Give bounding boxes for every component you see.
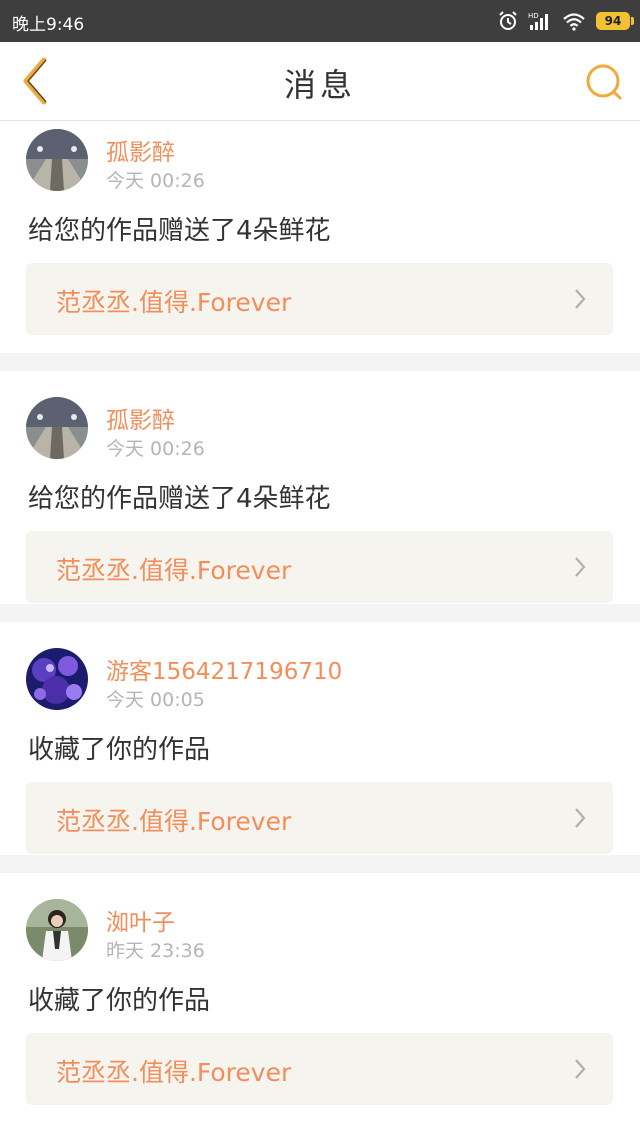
wifi-icon: [563, 13, 585, 31]
nav-bar: 消息: [0, 42, 640, 121]
message-time: 昨天 23:36: [106, 940, 205, 962]
chevron-right-icon: [575, 289, 586, 309]
username[interactable]: 游客1564217196710: [106, 652, 342, 686]
message-text: 收藏了你的作品: [28, 735, 211, 765]
work-title: 范丞丞.值得.Forever: [56, 288, 292, 317]
status-icons: HD 94: [498, 8, 634, 34]
chevron-right-icon: [575, 557, 586, 577]
username[interactable]: 孤影醉: [106, 133, 175, 167]
status-bar: 晚上9:46 HD 94: [0, 0, 640, 42]
svg-text:HD: HD: [528, 12, 539, 20]
divider: [0, 855, 640, 873]
avatar[interactable]: [26, 397, 88, 459]
search-icon[interactable]: [584, 62, 624, 102]
work-title: 范丞丞.值得.Forever: [56, 556, 292, 585]
divider: [0, 353, 640, 371]
signal-icon: HD: [528, 12, 548, 30]
work-link[interactable]: 范丞丞.值得.Forever: [26, 782, 613, 854]
username[interactable]: 孤影醉: [106, 401, 175, 435]
message-text: 给您的作品赠送了4朵鲜花: [28, 484, 331, 514]
message-text: 给您的作品赠送了4朵鲜花: [28, 216, 331, 246]
message-time: 今天 00:26: [106, 170, 205, 192]
message-text: 收藏了你的作品: [28, 986, 211, 1016]
message-time: 今天 00:26: [106, 438, 205, 460]
message-item: 孤影醉 今天 00:26 给您的作品赠送了4朵鲜花 范丞丞.值得.Forever: [0, 371, 640, 604]
divider: [0, 604, 640, 622]
message-item: 游客1564217196710 今天 00:05 收藏了你的作品 范丞丞.值得.…: [0, 622, 640, 855]
status-time: 晚上9:46: [12, 15, 85, 35]
avatar[interactable]: [26, 129, 88, 191]
avatar[interactable]: [26, 899, 88, 961]
work-title: 范丞丞.值得.Forever: [56, 1058, 292, 1087]
page-title: 消息: [283, 66, 356, 104]
username[interactable]: 洳叶子: [106, 903, 175, 937]
chevron-right-icon: [575, 808, 586, 828]
message-item: 孤影醉 今天 00:26 给您的作品赠送了4朵鲜花 范丞丞.值得.Forever: [0, 121, 640, 353]
avatar[interactable]: [26, 648, 88, 710]
message-list: 孤影醉 今天 00:26 给您的作品赠送了4朵鲜花 范丞丞.值得.Forever…: [0, 121, 640, 1106]
alarm-icon: [499, 11, 517, 30]
work-link[interactable]: 范丞丞.值得.Forever: [26, 263, 613, 335]
work-link[interactable]: 范丞丞.值得.Forever: [26, 531, 613, 603]
work-title: 范丞丞.值得.Forever: [56, 807, 292, 836]
battery-indicator: 94: [596, 12, 634, 30]
message-time: 今天 00:05: [106, 689, 205, 711]
chevron-right-icon: [575, 1059, 586, 1079]
work-link[interactable]: 范丞丞.值得.Forever: [26, 1033, 613, 1105]
message-item: 洳叶子 昨天 23:36 收藏了你的作品 范丞丞.值得.Forever: [0, 873, 640, 1106]
